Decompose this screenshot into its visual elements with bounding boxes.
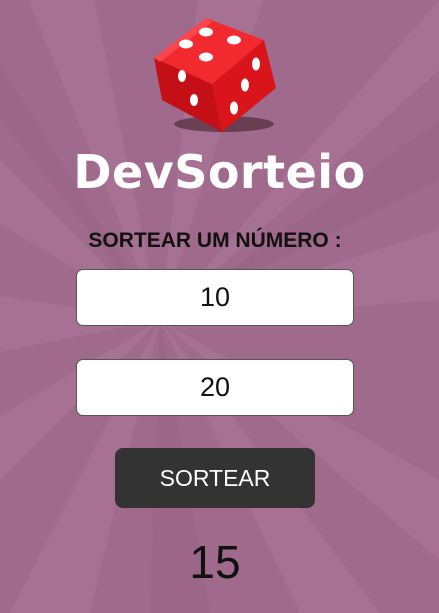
min-number-input[interactable] (76, 269, 354, 326)
draw-button[interactable]: SORTEAR (115, 448, 315, 508)
page-subtitle: SORTEAR UM NÚMERO : (88, 229, 342, 252)
dice-icon (154, 18, 276, 132)
result-value: 15 (189, 536, 241, 588)
app-container: DevSorteio SORTEAR UM NÚMERO : SORTEAR 1… (0, 0, 439, 613)
max-number-input[interactable] (76, 359, 354, 416)
app-title: DevSorteio (73, 145, 366, 199)
